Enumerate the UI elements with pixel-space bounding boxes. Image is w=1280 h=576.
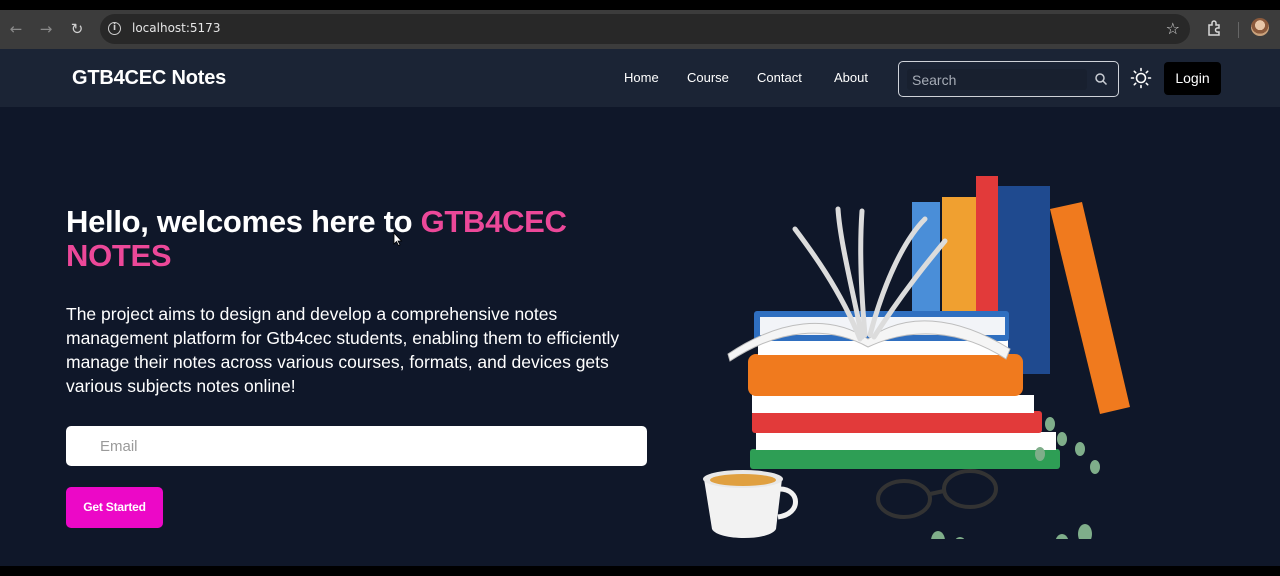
window-top-strip bbox=[0, 0, 1280, 10]
back-arrow-icon[interactable]: ← bbox=[5, 18, 27, 40]
get-started-button[interactable]: Get Started bbox=[66, 487, 163, 528]
nav-link-home[interactable]: Home bbox=[624, 70, 659, 85]
nav-link-contact[interactable]: Contact bbox=[757, 70, 802, 85]
site-info-icon[interactable]: i bbox=[108, 22, 121, 35]
books-illustration bbox=[703, 176, 1130, 539]
mouse-pointer-icon bbox=[393, 232, 403, 246]
nav-link-course[interactable]: Course bbox=[687, 70, 729, 85]
forward-arrow-icon[interactable]: → bbox=[35, 18, 57, 40]
hero-description: The project aims to design and develop a… bbox=[66, 304, 620, 396]
search-box bbox=[898, 61, 1119, 97]
sun-theme-toggle-icon[interactable] bbox=[1130, 67, 1152, 89]
login-button[interactable]: Login bbox=[1164, 62, 1221, 95]
nav-link-about[interactable]: About bbox=[834, 70, 868, 85]
hero-title-prefix: Hello, welcomes here to bbox=[66, 204, 421, 239]
email-input[interactable] bbox=[96, 426, 636, 466]
reload-icon[interactable]: ↻ bbox=[66, 18, 88, 40]
search-input[interactable] bbox=[907, 69, 1087, 90]
bookmark-star-icon[interactable]: ☆ bbox=[1166, 19, 1180, 38]
url-text[interactable]: localhost:5173 bbox=[132, 21, 220, 35]
email-wrapper bbox=[66, 426, 647, 466]
window-bottom-strip bbox=[0, 566, 1280, 576]
extensions-puzzle-icon[interactable] bbox=[1206, 19, 1224, 37]
search-icon[interactable] bbox=[1094, 72, 1108, 86]
hero-title: Hello, welcomes here to GTB4CEC NOTES bbox=[66, 205, 626, 273]
profile-avatar[interactable] bbox=[1251, 18, 1269, 36]
app-root: GTB4CEC Notes Home Course Contact About … bbox=[0, 49, 1280, 566]
brand-logo[interactable]: GTB4CEC Notes bbox=[72, 67, 226, 90]
address-bar[interactable]: i localhost:5173 ☆ bbox=[100, 14, 1190, 44]
navbar: GTB4CEC Notes Home Course Contact About … bbox=[0, 49, 1280, 107]
browser-toolbar: ← → ↻ i localhost:5173 ☆ bbox=[0, 10, 1280, 49]
toolbar-divider bbox=[1238, 22, 1239, 38]
